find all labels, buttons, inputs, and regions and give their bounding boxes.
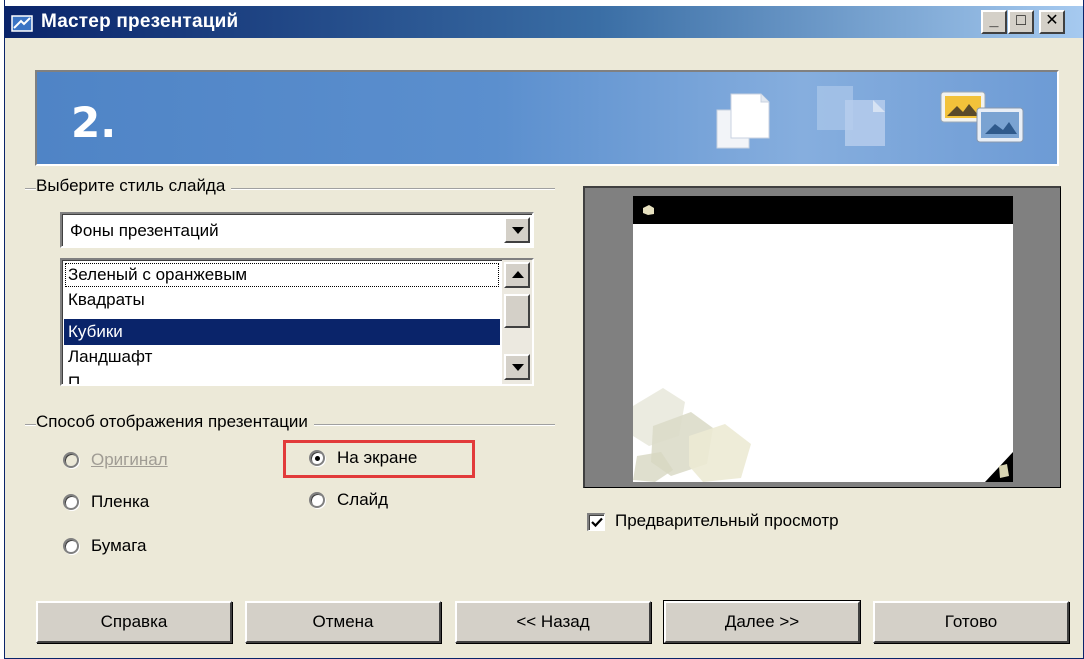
radio-on-screen[interactable]: На экране (309, 444, 417, 472)
help-button-label: Справка (100, 612, 168, 631)
list-item[interactable]: П (64, 370, 500, 384)
slide-style-listbox[interactable]: Зеленый с оранжевым Квадраты Кубики Ланд… (60, 258, 534, 386)
slide-top-bar (633, 196, 1013, 224)
preview-checkbox-label: Предварительный просмотр (615, 511, 839, 530)
list-item[interactable]: Ландшафт (64, 344, 500, 370)
radio-on-screen-dot (309, 450, 325, 466)
preview-checkbox-box (587, 513, 605, 531)
radio-slide-label: Слайд (337, 490, 389, 509)
radio-original[interactable]: Оригинал (63, 446, 168, 474)
radio-paper[interactable]: Бумага (63, 532, 147, 560)
picture-icon (940, 91, 1024, 143)
radio-paper-dot (63, 538, 79, 554)
combo-dropdown-button[interactable] (504, 217, 530, 243)
radio-slide[interactable]: Слайд (309, 486, 388, 514)
list-item[interactable]: Квадраты (64, 287, 500, 313)
display-mode-group-label: Способ отображения презентации (36, 412, 314, 432)
maximize-icon: □ (1016, 12, 1026, 29)
radio-original-dot (63, 452, 79, 468)
scroll-up-button[interactable] (504, 262, 530, 288)
cubes-decoration (633, 388, 751, 482)
radio-slide-dot (309, 492, 325, 508)
presentation-wizard-window: Мастер презентаций _ □ ✕ 2. Выберите сти… (4, 0, 1084, 659)
slide-style-group-label: Выберите стиль слайда (36, 176, 232, 196)
minimize-button[interactable]: _ (981, 10, 1007, 34)
list-item-selected[interactable]: Кубики (64, 319, 500, 345)
step-banner: 2. (35, 70, 1059, 166)
close-button[interactable]: ✕ (1039, 10, 1065, 34)
app-icon (11, 15, 33, 32)
combo-value: Фоны презентаций (70, 221, 219, 240)
radio-film[interactable]: Пленка (63, 488, 149, 516)
radio-on-screen-label: На экране (337, 448, 418, 467)
radio-paper-label: Бумага (91, 536, 147, 555)
background-category-combo[interactable]: Фоны презентаций (60, 212, 534, 248)
back-button-label: << Назад (516, 612, 590, 631)
radio-film-label: Пленка (91, 492, 150, 511)
next-button-label: Далее >> (724, 612, 800, 631)
pages-faded-icon (817, 86, 885, 146)
finish-button[interactable]: Готово (873, 601, 1069, 643)
pages-icon (716, 93, 770, 149)
cancel-button[interactable]: Отмена (245, 601, 441, 643)
chevron-down-icon (512, 364, 524, 371)
radio-original-label: Оригинал (91, 450, 168, 469)
finish-button-label: Готово (944, 612, 998, 631)
list-scrollbar[interactable] (502, 260, 532, 384)
back-button[interactable]: << Назад (455, 601, 651, 643)
slide-preview (633, 196, 1013, 482)
corner-icon (985, 452, 1013, 482)
window-title: Мастер презентаций (41, 11, 239, 32)
list-item[interactable]: Зеленый с оранжевым (64, 262, 500, 288)
maximize-button[interactable]: □ (1008, 10, 1034, 34)
close-icon: ✕ (1045, 12, 1059, 29)
chevron-up-icon (512, 271, 524, 278)
help-button[interactable]: Справка (36, 601, 232, 643)
cancel-button-label: Отмена (312, 612, 374, 631)
scroll-down-button[interactable] (504, 354, 530, 380)
scroll-thumb[interactable] (504, 294, 530, 328)
chevron-down-icon (512, 227, 524, 234)
radio-film-dot (63, 494, 79, 510)
next-button[interactable]: Далее >> (663, 600, 861, 644)
preview-frame (583, 186, 1061, 488)
preview-checkbox[interactable]: Предварительный просмотр (587, 510, 839, 532)
title-bar: Мастер презентаций _ □ ✕ (5, 0, 1083, 38)
check-icon (591, 517, 603, 528)
banner-background: 2. (37, 72, 1057, 164)
step-number: 2. (71, 98, 117, 147)
cube-icon (643, 205, 654, 215)
minimize-icon: _ (989, 12, 999, 29)
